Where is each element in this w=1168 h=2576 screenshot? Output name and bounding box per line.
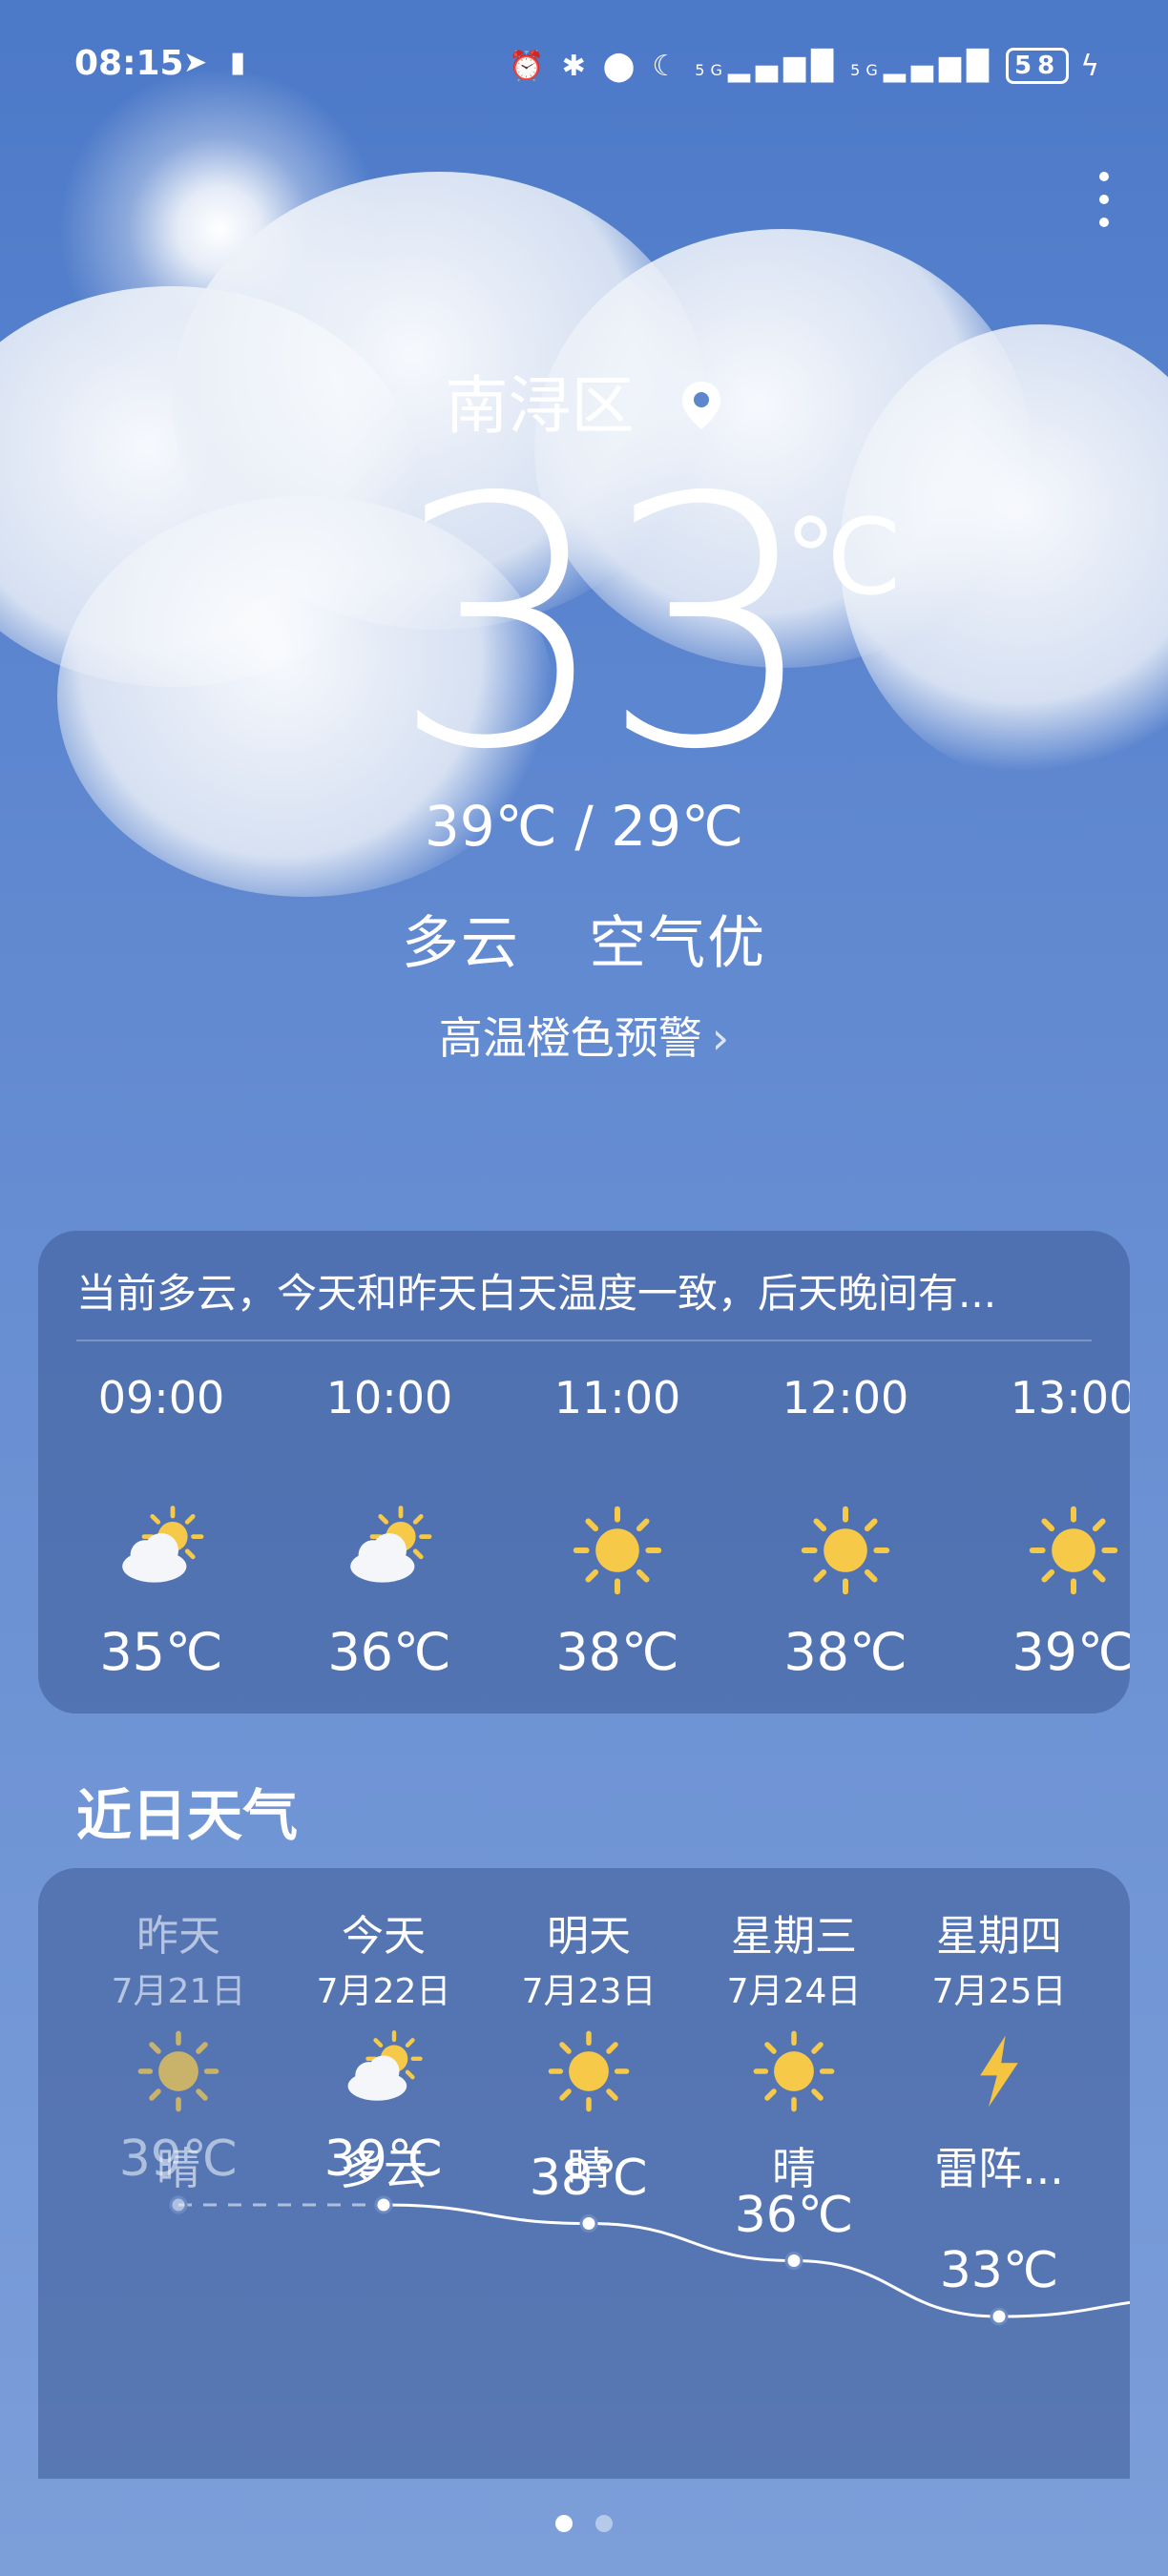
temperature-unit: ℃ [784,496,903,618]
page-dot[interactable] [595,2515,613,2532]
warning-text: 高温橙色预警 [438,1012,702,1064]
location-icon: ⬤ [602,49,641,83]
trend-point [784,2252,803,2270]
current-condition: 多云 空气优 [0,897,1168,980]
trend-point [169,2195,188,2214]
chevron-right-icon: › [711,1012,730,1064]
navigation-icon: ➤ [183,46,208,79]
alarm-icon: ⏰ [509,49,551,83]
hourly-item: 09:00 35℃ [66,1364,257,1682]
page-indicator[interactable] [0,2515,1168,2536]
status-bar: 08:15 ➤ ▮ ⏰ ✱ ⬤ ☾ 5G▂▄▆█ 5G▂▄▆█ 58 ϟ [0,44,1168,92]
status-right-icons: ⏰ ✱ ⬤ ☾ 5G▂▄▆█ 5G▂▄▆█ 58 ϟ [509,48,1105,84]
hour-time: 12:00 [782,1372,909,1423]
signal-icon: 5G▂▄▆█ [850,49,995,83]
sun-icon [522,1479,713,1622]
hour-time: 10:00 [325,1372,453,1423]
hour-temperature: 36℃ [327,1622,451,1682]
daily-section-title: 近日天气 [76,1783,299,1848]
trend-line [383,2203,1130,2318]
hourly-forecast-card[interactable]: 当前多云，今天和昨天白天温度一致，后天晚间有... 09:00 35℃ 10:00… [38,1231,1130,1714]
hour-temperature: 38℃ [555,1622,679,1682]
daily-forecast-card[interactable]: 昨天 7月21日 晴今天 7月22日 多云 明天 7月23日 晴星期三 7月24日… [38,1868,1130,2479]
more-menu-icon[interactable] [1097,172,1111,239]
divider [76,1340,1092,1341]
condition-text: 多云 [401,910,520,977]
sun-icon [750,1479,941,1622]
hour-time: 11:00 [553,1372,681,1423]
weather-screen: 08:15 ➤ ▮ ⏰ ✱ ⬤ ☾ 5G▂▄▆█ 5G▂▄▆█ 58 ϟ 南浔区… [0,0,1168,2576]
battery-icon: 58 [1006,48,1070,84]
signal-icon: 5G▂▄▆█ [695,49,840,83]
status-left-icons: ➤ ▮ [183,46,245,79]
bluetooth-icon: ✱ [561,49,592,83]
charging-icon: ϟ [1080,49,1105,83]
hour-temperature: 38℃ [783,1622,907,1682]
trend-point [579,2214,598,2233]
battery-saver-icon: ▮ [229,46,246,79]
hour-temperature: 35℃ [99,1622,223,1682]
trend-point [374,2195,393,2214]
hour-time: 09:00 [97,1372,225,1423]
hourly-item: 10:00 36℃ [294,1364,485,1682]
forecast-summary: 当前多云，今天和昨天白天温度一致，后天晚间有... [76,1270,997,1317]
trend-point [990,2307,1009,2326]
air-quality[interactable]: 空气优 [589,910,766,977]
moon-icon: ☾ [652,49,684,83]
hourly-item: 13:00 39℃ [978,1364,1130,1682]
page-dot[interactable] [555,2515,573,2532]
partly-cloudy-icon [294,1479,485,1622]
sun-icon [978,1479,1130,1622]
temperature-trend-chart [169,2195,1130,2326]
hour-temperature: 39℃ [1012,1622,1130,1682]
weather-warning[interactable]: 高温橙色预警 › [0,1004,1168,1067]
hourly-item: 11:00 38℃ [522,1364,713,1682]
partly-cloudy-icon [66,1479,257,1622]
temperature-range: 39℃ / 29℃ [424,794,744,859]
hourly-item: 12:00 38℃ [750,1364,941,1682]
current-temperature: 33 [391,425,819,824]
hour-time: 13:00 [1010,1372,1130,1423]
clock: 08:15 [74,44,184,83]
